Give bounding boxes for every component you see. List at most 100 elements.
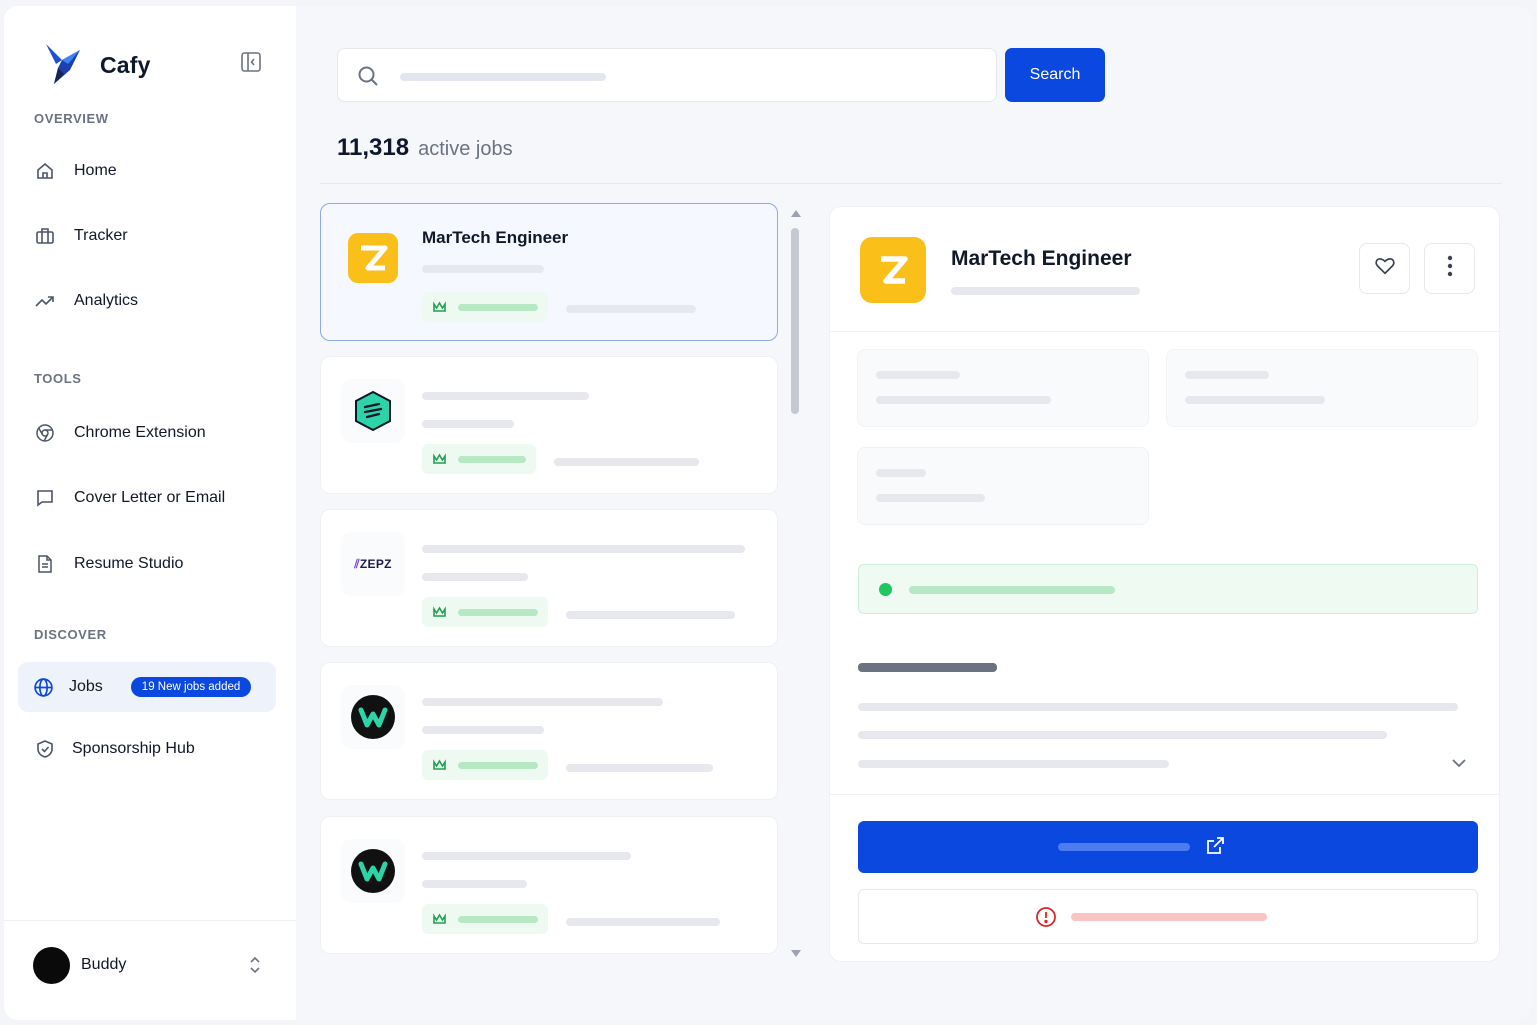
skeleton-badge bbox=[422, 597, 548, 627]
user-name: Buddy bbox=[81, 956, 127, 973]
job-card[interactable] bbox=[320, 662, 778, 800]
divider bbox=[320, 183, 1502, 184]
skeleton-badge bbox=[422, 292, 548, 322]
job-card[interactable] bbox=[320, 816, 778, 954]
message-square-icon bbox=[34, 487, 56, 509]
skeleton-line bbox=[422, 392, 589, 400]
zepz-logo-icon: ⫽ZEPZ bbox=[341, 532, 405, 596]
sidebar-item-label: Analytics bbox=[74, 292, 139, 309]
heart-icon bbox=[1374, 255, 1396, 282]
sidebar-item-cover-letter[interactable]: Cover Letter or Email bbox=[18, 473, 276, 523]
skeleton-line bbox=[858, 760, 1169, 768]
job-detail-panel: MarTech Engineer bbox=[829, 206, 1501, 962]
skeleton-line bbox=[422, 726, 544, 734]
app-name: Cafy bbox=[100, 52, 151, 78]
sidebar-item-home[interactable]: Home bbox=[18, 146, 276, 196]
sidebar: Cafy OVERVIEW Home Tracker Analytics TOO… bbox=[4, 6, 296, 1020]
skeleton-line bbox=[422, 573, 528, 581]
job-list-scrollbar[interactable] bbox=[789, 210, 801, 962]
more-vertical-icon bbox=[1447, 255, 1453, 282]
divider bbox=[830, 794, 1501, 795]
section-label-overview: OVERVIEW bbox=[34, 111, 109, 126]
sidebar-item-label: Tracker bbox=[74, 227, 128, 244]
avatar bbox=[33, 947, 70, 984]
skeleton-line bbox=[422, 545, 745, 553]
scroll-down-arrow-icon[interactable] bbox=[791, 950, 801, 957]
sidebar-item-label: Cover Letter or Email bbox=[74, 489, 226, 506]
section-heading-skeleton bbox=[858, 663, 997, 672]
info-card bbox=[857, 349, 1149, 427]
skeleton-line bbox=[554, 458, 699, 466]
file-text-icon bbox=[34, 553, 56, 575]
bird-logo-icon bbox=[40, 40, 84, 91]
divider bbox=[830, 331, 1501, 332]
active-jobs-count: 11,318 active jobs bbox=[337, 134, 513, 162]
skeleton-line bbox=[422, 265, 544, 273]
skeleton-line bbox=[566, 611, 735, 619]
app-window: Cafy OVERVIEW Home Tracker Analytics TOO… bbox=[4, 6, 1532, 1020]
info-card bbox=[1166, 349, 1478, 427]
sidebar-item-label: Resume Studio bbox=[74, 555, 184, 572]
sidebar-item-sponsorship-hub[interactable]: Sponsorship Hub bbox=[18, 724, 276, 774]
skeleton-line bbox=[566, 764, 713, 772]
search-button[interactable]: Search bbox=[1005, 48, 1105, 102]
zinc-logo-icon bbox=[341, 226, 405, 290]
apply-button[interactable] bbox=[858, 821, 1478, 873]
sidebar-item-jobs[interactable]: Jobs 19 New jobs added bbox=[18, 662, 276, 712]
sidebar-item-chrome-extension[interactable]: Chrome Extension bbox=[18, 408, 276, 458]
section-label-discover: DISCOVER bbox=[34, 627, 107, 642]
chevron-up-down-icon[interactable] bbox=[244, 954, 266, 976]
new-jobs-badge: 19 New jobs added bbox=[130, 677, 252, 697]
skeleton-line bbox=[566, 305, 696, 313]
scroll-thumb[interactable] bbox=[791, 228, 799, 414]
skeleton-badge bbox=[422, 444, 536, 474]
crown-icon bbox=[432, 452, 447, 471]
skeleton-line bbox=[422, 698, 663, 706]
user-menu[interactable]: Buddy bbox=[4, 920, 296, 1020]
crown-icon bbox=[432, 300, 447, 319]
job-card[interactable]: ⫽ZEPZ bbox=[320, 509, 778, 647]
home-icon bbox=[34, 160, 56, 182]
external-link-icon bbox=[1204, 835, 1226, 862]
brand[interactable]: Cafy bbox=[40, 40, 151, 91]
chrome-icon bbox=[34, 422, 56, 444]
search-icon bbox=[356, 64, 380, 93]
skeleton-line bbox=[858, 731, 1387, 739]
save-job-button[interactable] bbox=[1359, 243, 1410, 294]
skeleton-line bbox=[858, 703, 1458, 711]
search-placeholder-skeleton bbox=[400, 73, 606, 81]
shield-check-icon bbox=[34, 738, 56, 760]
sidebar-item-label: Sponsorship Hub bbox=[72, 740, 195, 757]
detail-job-title: MarTech Engineer bbox=[951, 247, 1132, 270]
scroll-up-arrow-icon[interactable] bbox=[791, 210, 801, 217]
hexagon-logo-icon bbox=[341, 379, 405, 443]
job-list: MarTech Engineer ⫽ZEPZ bbox=[320, 203, 780, 963]
job-card[interactable]: MarTech Engineer bbox=[320, 203, 778, 341]
trending-up-icon bbox=[34, 290, 56, 312]
sidebar-item-analytics[interactable]: Analytics bbox=[18, 276, 276, 326]
zinc-logo-icon bbox=[860, 237, 926, 303]
chevron-down-icon[interactable] bbox=[1449, 753, 1469, 778]
info-card bbox=[857, 447, 1149, 525]
sidebar-item-label: Jobs bbox=[69, 678, 103, 695]
report-button[interactable] bbox=[858, 889, 1478, 944]
crown-icon bbox=[432, 912, 447, 931]
skeleton-line bbox=[422, 420, 514, 428]
sidebar-collapse-icon[interactable] bbox=[240, 51, 262, 73]
job-card[interactable] bbox=[320, 356, 778, 494]
search-input[interactable] bbox=[337, 48, 997, 102]
skeleton-badge bbox=[422, 750, 548, 780]
jobs-count-label: active jobs bbox=[418, 138, 513, 160]
sidebar-item-resume-studio[interactable]: Resume Studio bbox=[18, 539, 276, 589]
briefcase-icon bbox=[34, 225, 56, 247]
jobs-count-number: 11,318 bbox=[337, 134, 410, 161]
sidebar-item-label: Chrome Extension bbox=[74, 424, 206, 441]
alert-circle-icon bbox=[1035, 906, 1057, 933]
sidebar-item-tracker[interactable]: Tracker bbox=[18, 211, 276, 261]
sidebar-item-label: Home bbox=[74, 162, 117, 179]
w-logo-icon bbox=[341, 839, 405, 903]
skeleton-line bbox=[566, 918, 720, 926]
crown-icon bbox=[432, 605, 447, 624]
skeleton-badge bbox=[422, 904, 548, 934]
more-options-button[interactable] bbox=[1424, 243, 1475, 294]
